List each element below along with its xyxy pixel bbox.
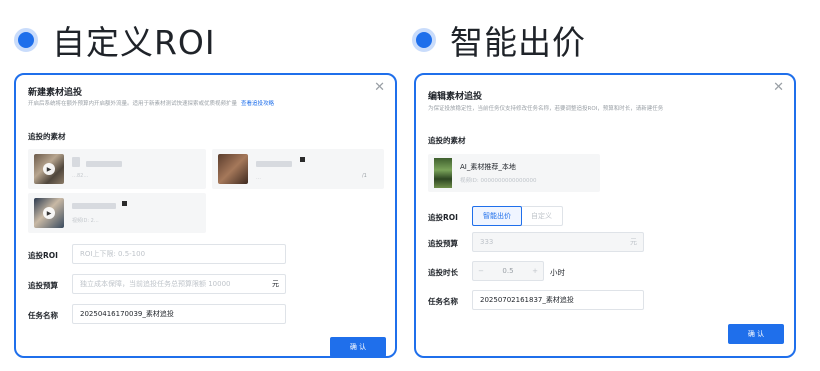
task-name-label: 任务名称 [428,297,458,306]
strategy-link[interactable]: 查看追投攻略 [241,101,274,107]
asset-meta: …82… [72,173,89,179]
increment-button[interactable]: + [527,267,543,275]
asset-id: 视频ID: 0000000000000000 [460,178,537,184]
asset-meta: 视频ID: 2… [72,218,99,224]
task-name-input[interactable]: 20250702161837_素材追投 [472,290,644,310]
video-thumbnail: ▶ [34,154,64,184]
create-boost-dialog: ✕ 新建素材追投 开启后系统将在额外预算内开启额外流量。适用于新素材测试快速探索… [14,73,397,358]
roi-placeholder: ROI上下限: 0.5-100 [80,250,146,258]
roi-label: 追投ROI [428,213,458,222]
pixelated-mark [300,157,305,162]
asset-card[interactable]: ▶ 视频ID: 2… [28,193,206,233]
section-heading-smart-bid: 智能出价 [412,16,586,64]
edit-boost-dialog: ✕ 编辑素材追投 为保证投放稳定性，当前任务仅支持修改任务名称，若要调整追投RO… [414,73,796,358]
budget-label: 追投预算 [428,239,458,248]
duration-unit: 小时 [550,268,565,277]
blurred-title [72,157,80,167]
asset-card[interactable]: … /1 [212,149,384,189]
video-thumbnail [218,154,248,184]
duration-stepper[interactable]: − 0.5 + [472,261,544,281]
custom-option[interactable]: 自定义 [521,207,562,225]
asset-name: AI_素材推荐_本地 [460,163,516,171]
dialog-title: 编辑素材追投 [428,92,483,102]
confirm-button[interactable]: 确 认 [728,324,784,344]
description-text: 开启后系统将在额外预算内开启额外流量。适用于新素材测试快速探索或优质视频扩量 [28,101,238,107]
blurred-title [72,203,116,209]
bullet-dot-icon [412,28,436,52]
budget-value: 333 [480,238,494,246]
asset-card[interactable]: AI_素材推荐_本地 视频ID: 0000000000000000 [428,154,600,192]
dialog-title: 新建素材追投 [28,88,83,98]
heading-text: 智能出价 [450,23,586,62]
close-icon[interactable]: ✕ [773,80,784,95]
dialog-description: 为保证投放稳定性，当前任务仅支持修改任务名称，若要调整追投ROI，预算和时长，请… [428,106,664,112]
section-heading-custom-roi: 自定义ROI [14,16,216,64]
budget-label: 追投预算 [28,281,58,290]
confirm-button[interactable]: 确 认 [330,337,386,356]
blurred-title [256,161,292,167]
roi-mode-segmented[interactable]: 智能出价 自定义 [472,206,563,226]
heading-text: 自定义ROI [52,23,216,62]
dialog-description: 开启后系统将在额外预算内开启额外流量。适用于新素材测试快速探索或优质视频扩量 查看… [28,99,274,107]
budget-input[interactable]: 333 元 [472,232,644,252]
smart-bid-option[interactable]: 智能出价 [472,206,522,226]
budget-input[interactable]: 独立成本保障，当前追投任务总预算限额 10000 元 [72,274,286,294]
asset-card[interactable]: ▶ …82… [28,149,206,189]
materials-label: 追投的素材 [428,136,466,145]
blurred-title [86,161,122,167]
task-name-value: 20250416170039_素材追投 [80,310,174,318]
task-name-label: 任务名称 [28,311,58,320]
materials-label: 追投的素材 [28,132,66,141]
pixelated-mark [122,201,127,206]
decrement-button[interactable]: − [473,267,489,275]
budget-unit: 元 [630,238,637,246]
duration-label: 追投时长 [428,268,458,277]
budget-unit: 元 [272,280,279,288]
play-icon[interactable]: ▶ [43,163,55,175]
duration-value: 0.5 [502,267,514,275]
bullet-dot-icon [14,28,38,52]
asset-meta: … [256,175,261,181]
roi-label: 追投ROI [28,251,58,260]
task-name-value: 20250702161837_素材追投 [480,296,574,304]
asset-badge: /1 [362,173,367,179]
video-thumbnail [434,158,452,188]
play-icon[interactable]: ▶ [43,207,55,219]
budget-placeholder: 独立成本保障，当前追投任务总预算限额 10000 [80,280,231,288]
video-thumbnail: ▶ [34,198,64,228]
task-name-input[interactable]: 20250416170039_素材追投 [72,304,286,324]
roi-input[interactable]: ROI上下限: 0.5-100 [72,244,286,264]
close-icon[interactable]: ✕ [374,80,385,95]
